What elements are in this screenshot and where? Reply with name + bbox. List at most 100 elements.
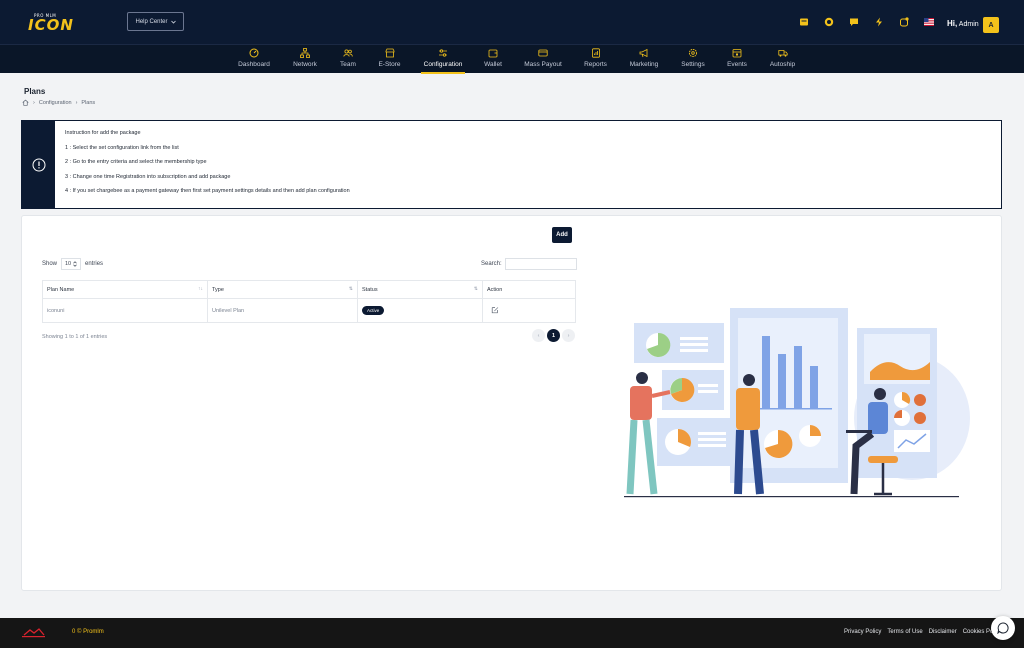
instruction-step: 1 : Select the set configuration link fr… bbox=[65, 144, 179, 151]
footer-link-disclaimer[interactable]: Disclaimer bbox=[929, 629, 957, 635]
status-badge: Active bbox=[362, 306, 385, 315]
sort-icon: ⇅ bbox=[348, 286, 353, 292]
nav-item-wallet[interactable]: Wallet bbox=[483, 47, 503, 74]
previous-page-button[interactable]: ‹ bbox=[532, 329, 545, 342]
nav-item-team[interactable]: Team bbox=[339, 47, 357, 74]
footer: 0 © Promlm Privacy Policy Terms of Use D… bbox=[0, 618, 1024, 648]
user-greeting: Hi, Admin bbox=[947, 19, 979, 28]
nav-item-estore[interactable]: E-Store bbox=[377, 47, 402, 74]
nav-item-marketing[interactable]: Marketing bbox=[628, 47, 660, 74]
sort-asc-icon: ↑↓ bbox=[198, 286, 203, 292]
nav-label: Network bbox=[293, 61, 317, 68]
nav-label: Events bbox=[727, 61, 747, 68]
nav-item-configuration[interactable]: Configuration bbox=[421, 47, 465, 74]
instruction-panel: Instruction for add the package 1 : Sele… bbox=[21, 120, 1002, 209]
breadcrumb-configuration[interactable]: Configuration bbox=[39, 100, 72, 106]
plans-card: Add Show 10 entries Search: Plan Name ↑↓ … bbox=[21, 215, 1002, 591]
search-input[interactable] bbox=[504, 258, 577, 270]
nav-item-mass-payout[interactable]: Mass Payout bbox=[523, 47, 563, 74]
edit-icon[interactable] bbox=[491, 306, 499, 316]
brand-logo[interactable]: PRO MLM ICON bbox=[28, 13, 84, 34]
footer-link-privacy-policy[interactable]: Privacy Policy bbox=[844, 629, 881, 635]
card-icon[interactable] bbox=[799, 17, 809, 27]
team-icon bbox=[343, 47, 353, 58]
greeting-prefix: Hi, bbox=[947, 19, 958, 28]
instruction-step: 2 : Go to the entry criteria and select … bbox=[65, 159, 207, 165]
next-page-button[interactable]: › bbox=[562, 329, 575, 342]
instruction-sidebar bbox=[22, 121, 55, 208]
sort-updown-icon bbox=[73, 261, 77, 267]
plan-name-cell: iconuni bbox=[42, 298, 208, 323]
column-header-plan-name[interactable]: Plan Name ↑↓ bbox=[42, 280, 208, 299]
marketing-icon bbox=[639, 47, 649, 58]
chat-widget-button[interactable] bbox=[991, 616, 1015, 640]
instruction-step: 4 : If you set chargebee as a payment ga… bbox=[65, 188, 350, 194]
page-length-select[interactable]: 10 bbox=[61, 258, 82, 270]
plans-table: Plan Name ↑↓ Type ⇅ Status ⇅ Action iconuni… bbox=[42, 280, 576, 323]
instruction-heading: Instruction for add the package bbox=[65, 130, 141, 136]
nav-item-dashboard[interactable]: Dashboard bbox=[238, 47, 270, 74]
search-label: Search: bbox=[481, 261, 502, 267]
network-icon bbox=[300, 47, 310, 58]
page-length-value: 10 bbox=[64, 261, 72, 267]
page-length-control: Show 10 entries bbox=[42, 258, 103, 270]
nav-item-autoship[interactable]: Autoship bbox=[768, 47, 797, 74]
column-header-type[interactable]: Type ⇅ bbox=[207, 280, 358, 299]
nav-label: Configuration bbox=[423, 61, 463, 68]
autoship-icon bbox=[777, 47, 788, 58]
breadcrumb-separator: › bbox=[33, 99, 35, 106]
nav-label: Wallet bbox=[484, 61, 502, 68]
ticket-icon[interactable] bbox=[824, 17, 834, 27]
user-name: Admin bbox=[958, 21, 979, 28]
footer-logo[interactable] bbox=[20, 626, 47, 640]
pagination: ‹ 1 › bbox=[532, 329, 575, 342]
nav-item-settings[interactable]: Settings bbox=[680, 47, 706, 74]
type-cell: Unilevel Plan bbox=[207, 298, 358, 323]
wallet-icon bbox=[488, 47, 498, 58]
settings-icon bbox=[688, 47, 698, 58]
info-icon bbox=[32, 158, 45, 171]
status-cell: Active bbox=[357, 298, 483, 323]
table-info: Showing 1 to 1 of 1 entries bbox=[42, 334, 108, 340]
store-icon bbox=[385, 47, 395, 58]
nav-item-network[interactable]: Network bbox=[292, 47, 318, 74]
nav-label: Dashboard bbox=[238, 61, 270, 68]
column-header-action: Action bbox=[482, 280, 576, 299]
main-nav: Dashboard Network Team E-Store Configura… bbox=[0, 44, 1024, 74]
us-flag-icon[interactable] bbox=[924, 17, 934, 27]
nav-item-reports[interactable]: Reports bbox=[583, 47, 608, 74]
avatar[interactable]: A bbox=[983, 17, 999, 33]
home-icon[interactable] bbox=[22, 99, 29, 106]
top-bar: PRO MLM ICON Help Center Hi, Admin A bbox=[0, 0, 1024, 44]
entries-label: entries bbox=[85, 261, 104, 267]
sort-icon: ⇅ bbox=[473, 286, 478, 292]
breadcrumb-separator: › bbox=[75, 99, 78, 106]
table-search: Search: bbox=[481, 258, 577, 270]
footer-link-cookies-policy[interactable]: Cookies Po bbox=[963, 629, 994, 635]
column-header-status[interactable]: Status ⇅ bbox=[357, 280, 483, 299]
dashboard-icon bbox=[249, 47, 259, 58]
chat-widget-icon bbox=[997, 622, 1009, 634]
footer-links: Privacy Policy Terms of Use Disclaimer C… bbox=[844, 629, 993, 635]
help-center-dropdown[interactable]: Help Center bbox=[127, 12, 184, 31]
table-header-row: Plan Name ↑↓ Type ⇅ Status ⇅ Action bbox=[42, 280, 576, 299]
page-title: Plans bbox=[24, 87, 46, 96]
current-page-button[interactable]: 1 bbox=[547, 329, 560, 342]
nav-label: Marketing bbox=[629, 61, 659, 68]
add-button[interactable]: Add bbox=[552, 227, 572, 243]
instruction-text: Instruction for add the package 1 : Sele… bbox=[65, 130, 350, 203]
bolt-icon[interactable] bbox=[874, 17, 884, 27]
payout-icon bbox=[538, 47, 548, 58]
events-icon bbox=[732, 47, 742, 58]
chat-icon[interactable] bbox=[849, 17, 859, 27]
configuration-icon bbox=[438, 47, 448, 58]
footer-link-terms-of-use[interactable]: Terms of Use bbox=[887, 629, 922, 635]
chevron-down-icon bbox=[170, 20, 176, 24]
footer-copyright: 0 © Promlm bbox=[72, 629, 104, 635]
reports-icon bbox=[591, 47, 601, 58]
header-icons bbox=[799, 17, 934, 27]
show-label: Show bbox=[42, 261, 58, 267]
action-cell bbox=[482, 298, 576, 323]
notification-icon[interactable] bbox=[899, 17, 909, 27]
nav-item-events[interactable]: Events bbox=[726, 47, 748, 74]
